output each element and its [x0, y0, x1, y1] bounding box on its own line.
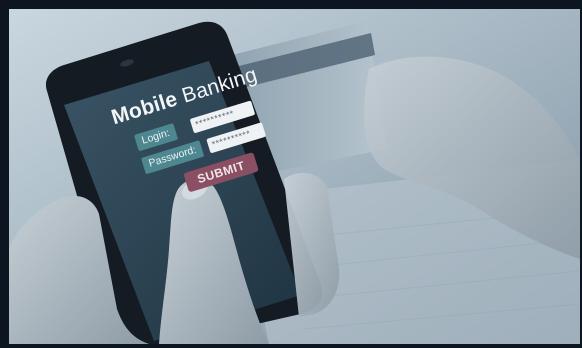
login-label: Login: — [133, 123, 178, 152]
image-frame: Mobile Banking Login: ********** Passwor… — [0, 0, 582, 348]
photo: Mobile Banking Login: ********** Passwor… — [9, 9, 580, 344]
